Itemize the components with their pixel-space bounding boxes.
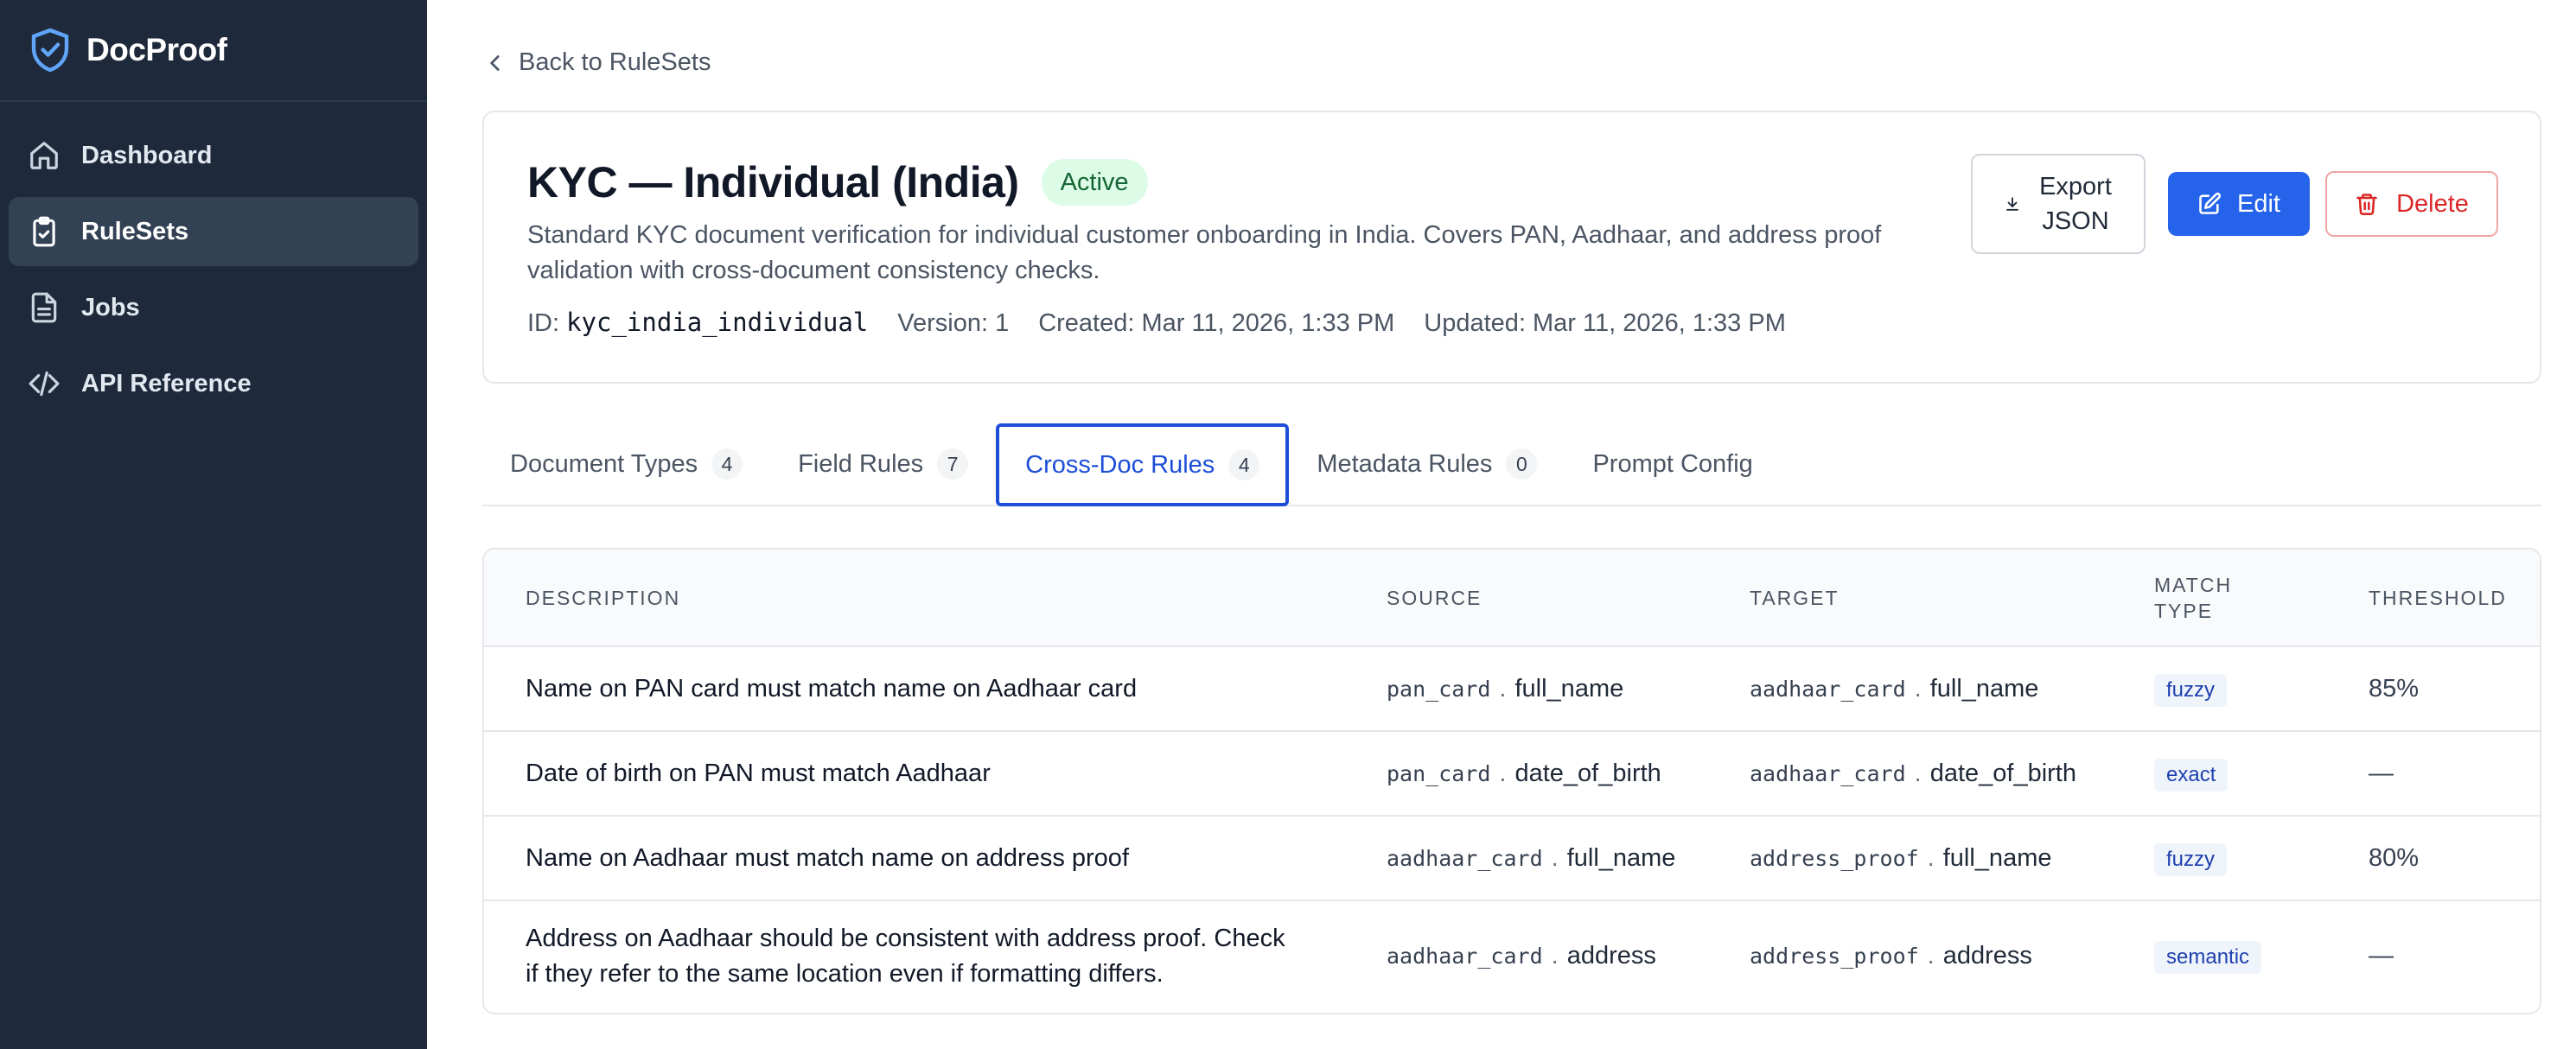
sidebar: DocProof Dashboard RuleSets Jobs API Ref… xyxy=(0,0,427,1049)
tab-count-badge: 4 xyxy=(1228,449,1260,480)
rule-target: aadhaar_card. date_of_birth xyxy=(1708,731,2113,817)
main-content: Back to RuleSets KYC — Individual (India… xyxy=(427,0,2576,1049)
rule-source: aadhaar_card. full_name xyxy=(1345,816,1708,901)
col-header-description: DESCRIPTION xyxy=(484,550,1345,647)
match-type-badge: semantic xyxy=(2154,941,2262,974)
tab-prompt-config[interactable]: Prompt Config xyxy=(1565,423,1780,505)
ruleset-meta: ID: kyc_india_individual Version: 1 Crea… xyxy=(527,308,1815,338)
sidebar-item-dashboard[interactable]: Dashboard xyxy=(9,121,418,190)
header-actions: Export JSON Edit Delete xyxy=(1971,154,2498,254)
col-header-source: SOURCE xyxy=(1345,550,1708,647)
chevron-left-icon xyxy=(490,54,500,71)
sidebar-item-label: RuleSets xyxy=(81,217,189,245)
ruleset-header-card: KYC — Individual (India) Active Standard… xyxy=(482,111,2541,384)
col-header-target: TARGET xyxy=(1708,550,2113,647)
code-icon xyxy=(29,371,60,397)
rule-target: address_proof. full_name xyxy=(1708,816,2113,901)
rule-source: pan_card. date_of_birth xyxy=(1345,731,1708,817)
home-icon xyxy=(30,142,58,169)
rule-source: pan_card. full_name xyxy=(1345,646,1708,732)
export-json-button[interactable]: Export JSON xyxy=(1971,154,2146,254)
rule-description: Address on Aadhaar should be consistent … xyxy=(526,924,1285,988)
rule-target: address_proof. address xyxy=(1750,942,2032,970)
rule-description: Date of birth on PAN must match Aadhaar xyxy=(484,731,1345,817)
rule-source: aadhaar_card. address xyxy=(1387,942,1656,970)
rule-threshold: 80% xyxy=(2327,816,2540,901)
tab-field-rules[interactable]: Field Rules 7 xyxy=(770,423,996,505)
rule-description: Name on PAN card must match name on Aadh… xyxy=(484,646,1345,732)
match-type-badge: fuzzy xyxy=(2154,673,2228,707)
match-type-badge: exact xyxy=(2154,758,2228,792)
tab-count-badge: 0 xyxy=(1506,448,1538,480)
sidebar-item-label: Jobs xyxy=(81,293,140,321)
trash-icon xyxy=(2356,194,2377,215)
rule-threshold: — xyxy=(2327,731,2540,817)
tab-count-badge: 7 xyxy=(937,448,969,480)
sidebar-item-jobs[interactable]: Jobs xyxy=(9,273,418,342)
file-text-icon xyxy=(31,292,57,323)
col-header-threshold: THRESHOLD xyxy=(2327,550,2540,647)
rule-description: Name on Aadhaar must match name on addre… xyxy=(484,816,1345,901)
table-header-row: DESCRIPTION SOURCE TARGET MATCH TYPE THRE… xyxy=(484,550,2540,647)
edit-label: Edit xyxy=(2237,189,2280,218)
download-icon xyxy=(2006,197,2019,211)
tab-metadata-rules[interactable]: Metadata Rules 0 xyxy=(1289,423,1565,505)
back-link-label: Back to RuleSets xyxy=(519,48,711,76)
sidebar-item-api-reference[interactable]: API Reference xyxy=(9,349,418,418)
meta-id: ID: kyc_india_individual xyxy=(527,308,869,337)
meta-created: Created: Mar 11, 2026, 1:33 PM xyxy=(1038,309,1395,337)
rule-threshold: — xyxy=(2369,942,2394,970)
app-name: DocProof xyxy=(86,32,227,67)
ruleset-description: Standard KYC document verification for i… xyxy=(527,221,1882,284)
tab-cross-doc-rules[interactable]: Cross-Doc Rules 4 xyxy=(996,423,1290,506)
rule-target: aadhaar_card. full_name xyxy=(1708,646,2113,732)
match-type-badge: fuzzy xyxy=(2154,842,2228,876)
status-badge: Active xyxy=(1041,159,1148,206)
table-row[interactable]: Name on Aadhaar must match name on addre… xyxy=(484,816,2540,901)
meta-version: Version: 1 xyxy=(897,309,1010,337)
sidebar-item-rulesets[interactable]: RuleSets xyxy=(9,197,418,266)
clipboard-check-icon xyxy=(33,216,55,247)
tab-count-badge: 4 xyxy=(711,448,743,480)
tab-bar: Document Types 4 Field Rules 7 Cross-Doc… xyxy=(482,423,2541,506)
rule-threshold: 85% xyxy=(2327,646,2540,732)
page-title: KYC — Individual (India) xyxy=(527,158,1019,207)
sidebar-item-label: API Reference xyxy=(81,369,252,397)
back-link[interactable]: Back to RuleSets xyxy=(484,48,711,77)
delete-button[interactable]: Delete xyxy=(2325,171,2498,237)
meta-updated: Updated: Mar 11, 2026, 1:33 PM xyxy=(1424,309,1786,337)
table-row[interactable]: Name on PAN card must match name on Aadh… xyxy=(484,646,2540,732)
delete-label: Delete xyxy=(2396,189,2469,218)
sidebar-nav: Dashboard RuleSets Jobs API Reference xyxy=(0,102,427,444)
table-row[interactable]: Date of birth on PAN must match Aadhaar … xyxy=(484,731,2540,817)
col-header-match-type: MATCH TYPE xyxy=(2113,550,2327,647)
cross-doc-rules-table: DESCRIPTION SOURCE TARGET MATCH TYPE THRE… xyxy=(482,548,2541,1014)
edit-icon xyxy=(2199,192,2222,214)
ruleset-id: kyc_india_individual xyxy=(566,308,869,337)
tab-document-types[interactable]: Document Types 4 xyxy=(482,423,770,505)
table-row[interactable]: Address on Aadhaar should be consistent … xyxy=(484,900,2540,1011)
brand[interactable]: DocProof xyxy=(0,0,427,102)
edit-button[interactable]: Edit xyxy=(2168,172,2310,236)
sidebar-item-label: Dashboard xyxy=(81,141,213,169)
export-label-line2: JSON xyxy=(2042,207,2109,235)
shield-check-icon xyxy=(31,28,69,73)
export-label-line1: Export xyxy=(2039,173,2112,200)
